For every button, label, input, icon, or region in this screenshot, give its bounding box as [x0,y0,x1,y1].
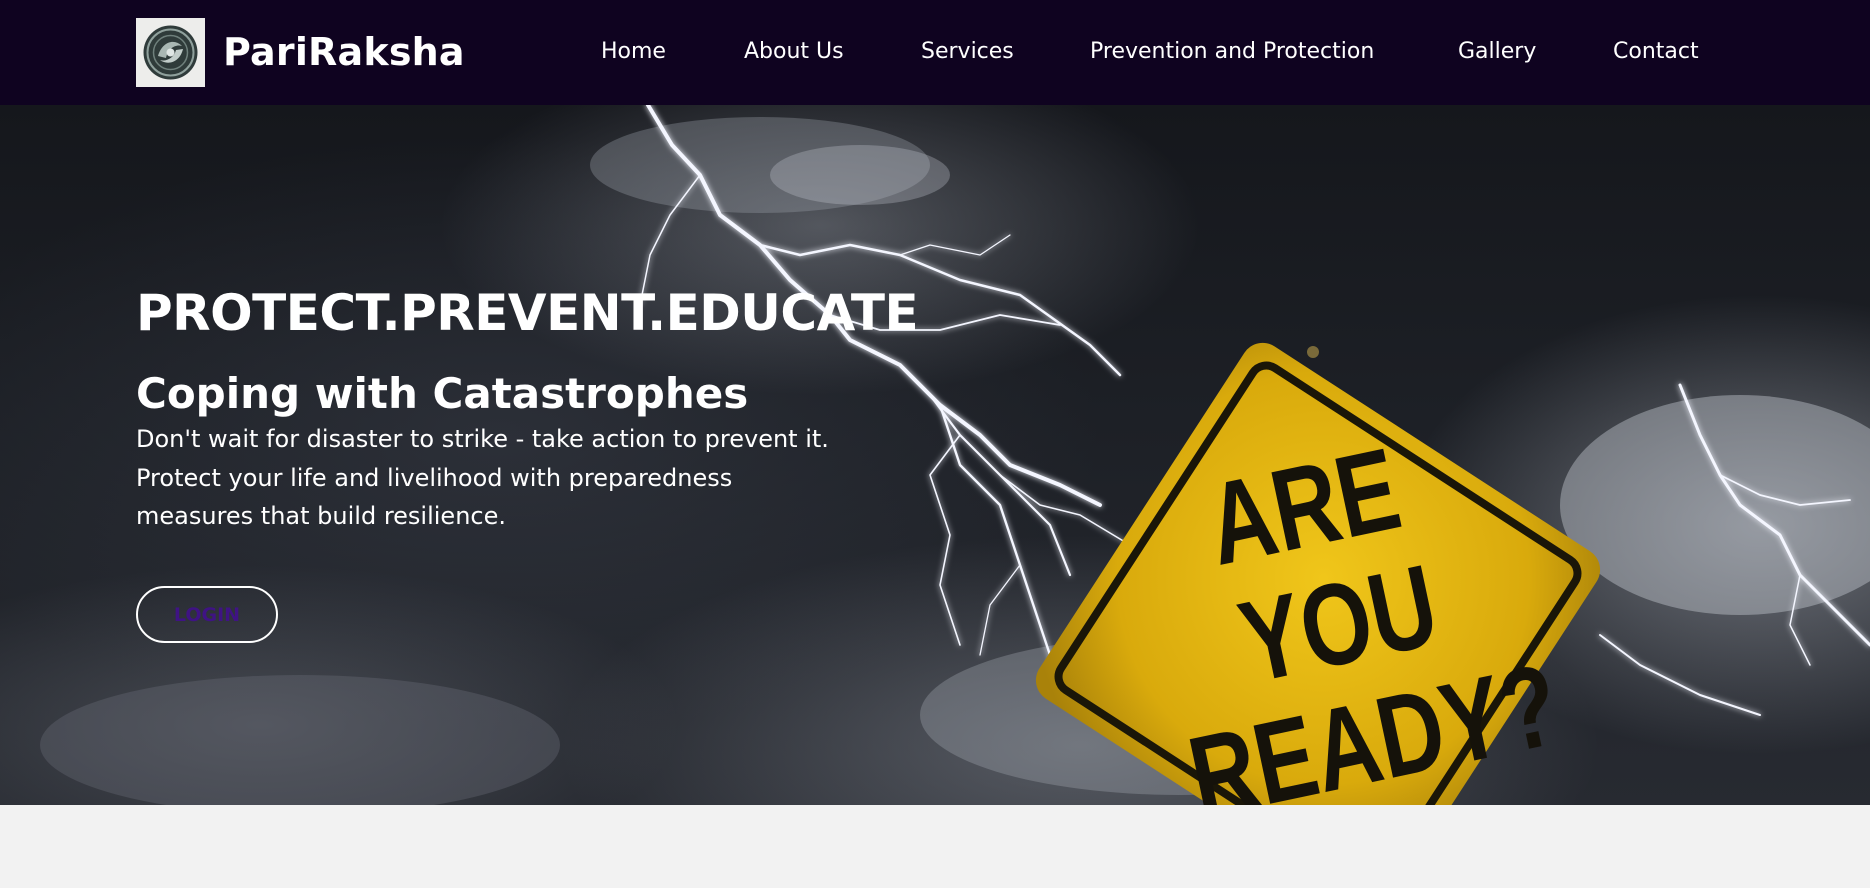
content-section-start [0,805,1870,888]
login-button[interactable]: LOGIN [136,586,278,643]
hero-description-line-1: Don't wait for disaster to strike - take… [136,425,829,453]
nav-about-us[interactable]: About Us [744,36,844,68]
brand-logo[interactable] [136,18,205,87]
hero-description-line-3: measures that build resilience. [136,502,506,530]
nav-contact[interactable]: Contact [1613,36,1699,68]
hero-banner: ARE YOU READY? PROTECT.PREVENT.EDUCATE C… [0,105,1870,805]
emblem-logo-icon [143,25,198,80]
nav-services[interactable]: Services [921,36,1014,68]
top-navbar: PariRaksha Home About Us Services Preven… [0,0,1870,105]
hero-tagline: PROTECT.PREVENT.EDUCATE [136,283,919,342]
are-you-ready-sign: ARE YOU READY? [1035,342,1601,805]
hero-description-line-2: Protect your life and livelihood with pr… [136,463,733,492]
nav-prevention-and-protection[interactable]: Prevention and Protection [1090,36,1374,68]
nav-gallery[interactable]: Gallery [1458,36,1536,68]
nav-home[interactable]: Home [601,36,666,68]
hero-description: Don't wait for disaster to strike - take… [136,420,876,536]
brand-name[interactable]: PariRaksha [223,24,465,80]
hero-subtitle: Coping with Catastrophes [136,368,749,418]
